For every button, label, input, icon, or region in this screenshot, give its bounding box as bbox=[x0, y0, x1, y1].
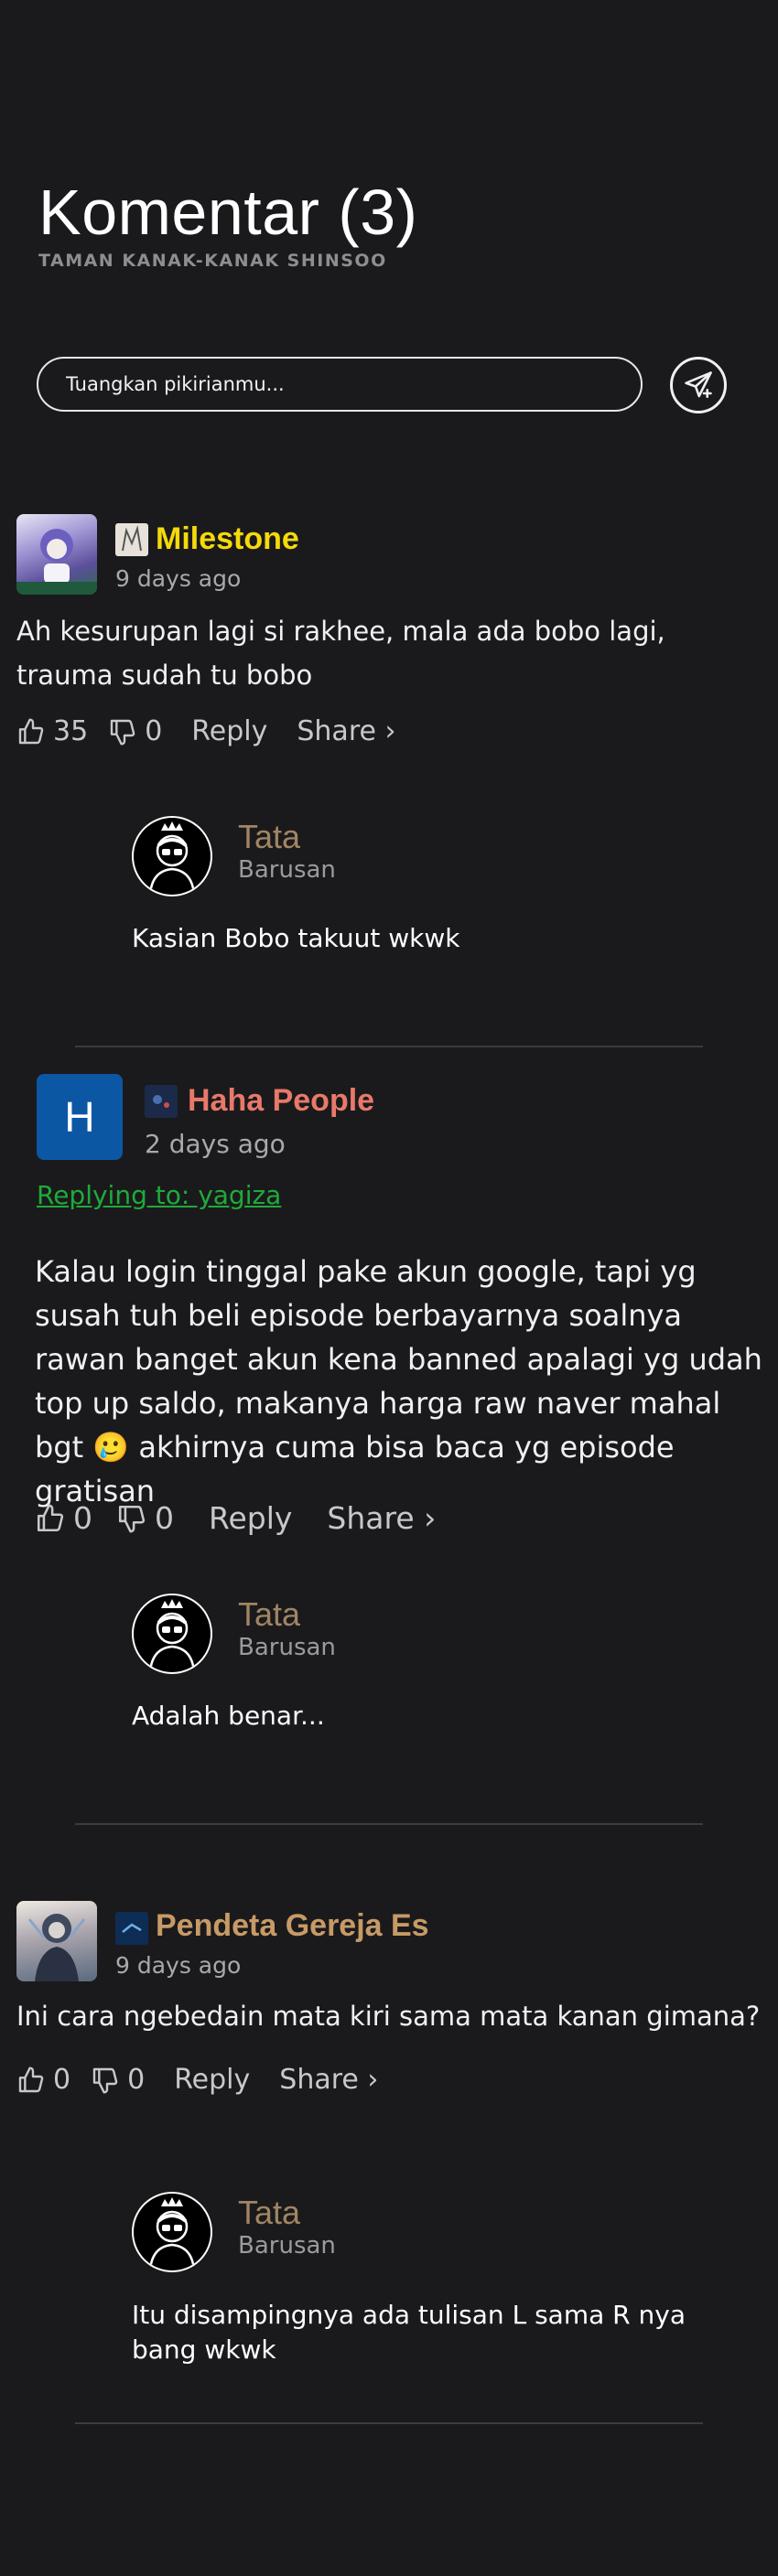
reply-avatar[interactable] bbox=[132, 1594, 212, 1674]
thumbs-up-icon bbox=[18, 717, 44, 744]
reply-button[interactable]: Reply bbox=[209, 1500, 292, 1536]
reply-username[interactable]: Tata bbox=[238, 2194, 300, 2232]
reply-time: Barusan bbox=[238, 856, 336, 884]
divider bbox=[75, 2422, 703, 2424]
page-subtitle: TAMAN KANAK-KANAK SHINSOO bbox=[38, 251, 387, 271]
comment-input[interactable] bbox=[37, 357, 643, 412]
comment-actions: 35 0 Reply Share › bbox=[16, 715, 395, 747]
reply-label: Reply bbox=[209, 1500, 293, 1536]
like-button[interactable]: 35 bbox=[16, 715, 88, 747]
user-avatar[interactable] bbox=[16, 514, 97, 595]
share-button[interactable]: Share › bbox=[279, 2064, 378, 2096]
thumbs-down-icon bbox=[110, 719, 135, 746]
reply-button[interactable]: Reply bbox=[174, 2064, 250, 2096]
comment-time: 9 days ago bbox=[115, 1952, 242, 1979]
page-title: Komentar (3) bbox=[38, 177, 418, 248]
comment-time: 2 days ago bbox=[145, 1129, 286, 1159]
share-label: Share › bbox=[327, 1500, 437, 1536]
reply-time: Barusan bbox=[238, 1634, 336, 1661]
user-avatar[interactable]: H bbox=[37, 1074, 123, 1160]
dislike-count: 0 bbox=[155, 1500, 174, 1536]
comment-time: 9 days ago bbox=[115, 565, 242, 592]
share-label: Share › bbox=[297, 715, 396, 747]
reply-time: Barusan bbox=[238, 2232, 336, 2259]
reply-button[interactable]: Reply bbox=[191, 715, 267, 747]
share-button[interactable]: Share › bbox=[327, 1500, 436, 1536]
comment-composer bbox=[37, 357, 732, 413]
dislike-button[interactable]: 0 bbox=[108, 715, 162, 747]
like-button[interactable]: 0 bbox=[16, 2064, 70, 2096]
rank-badge-icon bbox=[115, 523, 148, 556]
comment-username[interactable]: Milestone bbox=[156, 521, 299, 557]
thumbs-up-icon bbox=[18, 2066, 44, 2092]
page-header: Komentar (3) TAMAN KANAK-KANAK SHINSOO bbox=[38, 176, 417, 271]
divider bbox=[75, 1823, 703, 1825]
reply-username[interactable]: Tata bbox=[238, 818, 300, 856]
reply-avatar[interactable] bbox=[132, 816, 212, 896]
like-count: 0 bbox=[53, 2064, 71, 2096]
send-button[interactable] bbox=[670, 357, 727, 413]
dislike-count: 0 bbox=[127, 2064, 146, 2096]
dislike-button[interactable]: 0 bbox=[91, 2064, 145, 2096]
like-count: 0 bbox=[73, 1500, 92, 1536]
thumbs-down-icon bbox=[118, 1505, 146, 1532]
send-icon bbox=[685, 371, 712, 399]
rank-badge-icon bbox=[145, 1085, 178, 1118]
reply-username[interactable]: Tata bbox=[238, 1595, 300, 1634]
comment-text: Ini cara ngebedain mata kiri sama mata k… bbox=[16, 2001, 761, 2032]
share-button[interactable]: Share › bbox=[297, 715, 395, 747]
comment-actions: 0 0 Reply Share › bbox=[35, 1500, 436, 1536]
reply-label: Reply bbox=[191, 715, 268, 747]
comment-username[interactable]: Pendeta Gereja Es bbox=[156, 1908, 429, 1944]
like-button[interactable]: 0 bbox=[35, 1500, 92, 1536]
rank-badge-icon bbox=[115, 1912, 148, 1945]
comment-text: Kalau login tinggal pake akun google, ta… bbox=[35, 1254, 762, 1508]
thumbs-down-icon bbox=[92, 2067, 118, 2094]
dislike-button[interactable]: 0 bbox=[116, 1500, 174, 1536]
dislike-count: 0 bbox=[145, 715, 163, 747]
comment-text: Ah kesurupan lagi si rakhee, mala ada bo… bbox=[16, 616, 665, 691]
share-label: Share › bbox=[279, 2064, 379, 2096]
comment-username[interactable]: Haha People bbox=[188, 1083, 374, 1119]
reply-label: Reply bbox=[174, 2064, 251, 2096]
like-count: 35 bbox=[53, 715, 89, 747]
comment-actions: 0 0 Reply Share › bbox=[16, 2064, 378, 2096]
replying-to-link[interactable]: Replying to: yagiza bbox=[37, 1180, 281, 1210]
reply-text: Itu disampingnya ada tulisan L sama R ny… bbox=[132, 2300, 686, 2365]
reply-text: Adalah benar... bbox=[132, 1701, 325, 1731]
reply-text: Kasian Bobo takuut wkwk bbox=[132, 923, 460, 953]
thumbs-up-icon bbox=[37, 1504, 64, 1531]
reply-avatar[interactable] bbox=[132, 2192, 212, 2272]
divider bbox=[75, 1046, 703, 1047]
user-avatar[interactable] bbox=[16, 1901, 97, 1981]
